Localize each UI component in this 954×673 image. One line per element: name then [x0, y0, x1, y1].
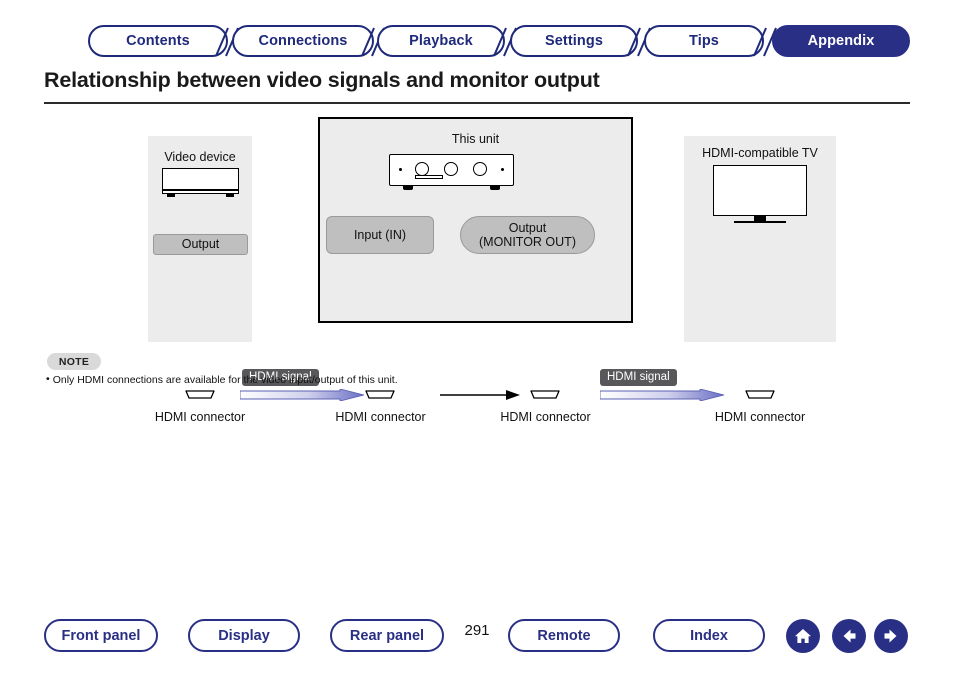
arrow-left-icon [839, 626, 859, 646]
top-tab-bar: Contents Connections Playback Settings T… [44, 25, 910, 57]
footer-button-display-label: Display [218, 627, 270, 644]
hdmi-connector-label-unit-out: HDMI connector [500, 410, 591, 424]
hdmi-connector-label-tv: HDMI connector [714, 410, 806, 424]
input-in-capsule: Input (IN) [326, 216, 434, 254]
footer-button-front-panel-label: Front panel [61, 627, 141, 644]
hdmi-connector-label-unit-in: HDMI connector [335, 410, 426, 424]
tab-appendix[interactable]: Appendix [772, 25, 910, 57]
avr-knob-center [444, 162, 458, 176]
hdmi-connector-icon-unit-out [528, 389, 562, 400]
video-device-illustration-line [162, 189, 239, 191]
hdmi-connector-icon-source [183, 389, 217, 400]
avr-illustration [389, 150, 514, 192]
arrow-right-icon [881, 626, 901, 646]
tab-tips[interactable]: Tips [644, 25, 764, 57]
hdmi-signal-tag-right: HDMI signal [600, 369, 677, 386]
tab-connections[interactable]: Connections [232, 25, 374, 57]
home-button[interactable] [786, 619, 820, 653]
tv-title: HDMI-compatible TV [702, 146, 818, 160]
video-device-foot-right [226, 194, 234, 197]
avr-display-slot [415, 175, 443, 179]
monitor-out-line2: (MONITOR OUT) [479, 235, 576, 249]
page-title: Relationship between video signals and m… [44, 68, 600, 92]
footer-button-rear-panel[interactable]: Rear panel [330, 619, 444, 652]
hdmi-signal-arrow-left [240, 389, 365, 401]
internal-flow-arrow-icon [440, 389, 522, 401]
hdmi-connector-label-source: HDMI connector [154, 410, 246, 424]
next-page-button[interactable] [874, 619, 908, 653]
note-badge: NOTE [47, 353, 101, 370]
tv-illustration [713, 165, 807, 216]
avr-led-left [399, 168, 402, 171]
note-text-row: • Only HDMI connections are available for… [46, 373, 398, 386]
footer-button-remote-label: Remote [537, 627, 591, 644]
title-divider [44, 102, 910, 104]
tab-contents-label: Contents [126, 33, 190, 49]
hdmi-signal-arrow-right [600, 389, 725, 401]
tab-tips-label: Tips [689, 33, 719, 49]
avr-knob-left [415, 162, 429, 176]
this-unit-title: This unit [451, 132, 500, 146]
previous-page-button[interactable] [832, 619, 866, 653]
avr-knob-right [473, 162, 487, 176]
tab-settings-label: Settings [545, 33, 603, 49]
footer-button-index-label: Index [690, 627, 728, 644]
footer-button-index[interactable]: Index [653, 619, 765, 652]
page-number: 291 [464, 622, 490, 639]
footer-button-remote[interactable]: Remote [508, 619, 620, 652]
avr-foot-right [490, 186, 500, 190]
tab-playback-label: Playback [409, 33, 473, 49]
signal-flow-diagram: Video device Output HDMI connector This … [148, 117, 836, 424]
footer-button-front-panel[interactable]: Front panel [44, 619, 158, 652]
hdmi-connector-icon-tv [743, 389, 777, 400]
note-text: Only HDMI connections are available for … [52, 374, 398, 386]
tab-playback[interactable]: Playback [377, 25, 505, 57]
output-monitor-out-capsule: Output (MONITOR OUT) [460, 216, 595, 254]
video-device-output-capsule: Output [153, 234, 248, 255]
avr-led-right [501, 168, 504, 171]
tab-connections-label: Connections [258, 33, 348, 49]
footer-button-rear-panel-label: Rear panel [349, 627, 425, 644]
tab-appendix-label: Appendix [807, 33, 875, 49]
tab-contents[interactable]: Contents [88, 25, 228, 57]
avr-foot-left [403, 186, 413, 190]
note-bullet: • [46, 373, 50, 385]
tab-settings[interactable]: Settings [510, 25, 638, 57]
home-icon [793, 626, 813, 646]
hdmi-connector-icon-unit-in [363, 389, 397, 400]
monitor-out-line1: Output [508, 220, 547, 235]
tv-stand-base [734, 221, 786, 223]
video-device-foot-left [167, 194, 175, 197]
footer-button-display[interactable]: Display [188, 619, 300, 652]
video-device-title: Video device [164, 150, 236, 164]
